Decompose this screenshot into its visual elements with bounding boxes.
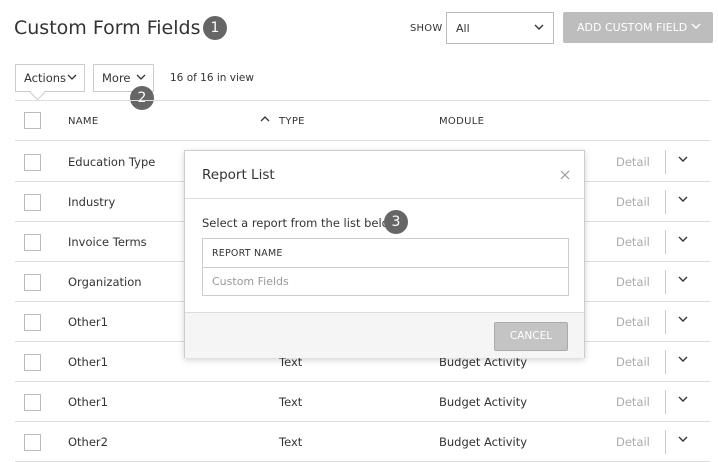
cancel-button[interactable]: CANCEL	[494, 322, 568, 351]
report-list-modal: Report List Select a report from the lis…	[184, 150, 585, 358]
column-header-type[interactable]: TYPE	[279, 116, 305, 127]
row-detail-link[interactable]: Detail	[616, 315, 650, 329]
modal-instruction: Select a report from the list below	[202, 216, 399, 230]
row-divider	[665, 350, 666, 374]
chevron-down-icon	[534, 22, 544, 35]
row-name: Organization	[68, 275, 142, 289]
row-checkbox[interactable]	[24, 154, 41, 171]
row-divider	[665, 390, 666, 414]
row-name: Other2	[68, 435, 108, 449]
row-checkbox[interactable]	[24, 234, 41, 251]
actions-button[interactable]: Actions	[15, 64, 85, 92]
chevron-down-icon[interactable]	[678, 313, 688, 327]
column-header-name[interactable]: NAME	[68, 116, 98, 127]
row-name: Other1	[68, 395, 108, 409]
row-type: Text	[279, 395, 303, 409]
row-divider	[665, 230, 666, 254]
row-detail-link[interactable]: Detail	[616, 355, 650, 369]
table-row: Other2 Text Budget Activity Detail	[15, 422, 710, 462]
row-name: Industry	[68, 195, 116, 209]
modal-title: Report List	[202, 167, 275, 183]
row-checkbox[interactable]	[24, 354, 41, 371]
chevron-down-icon[interactable]	[678, 153, 688, 167]
chevron-down-icon[interactable]	[678, 193, 688, 207]
row-name: Invoice Terms	[68, 235, 147, 249]
more-label: More	[102, 71, 131, 85]
row-divider	[665, 430, 666, 454]
show-label: SHOW	[410, 23, 443, 34]
modal-divider	[185, 198, 584, 199]
row-divider	[665, 270, 666, 294]
chevron-down-icon	[691, 21, 701, 34]
row-detail-link[interactable]: Detail	[616, 395, 650, 409]
row-checkbox[interactable]	[24, 314, 41, 331]
row-detail-link[interactable]: Detail	[616, 155, 650, 169]
actions-label: Actions	[24, 71, 67, 85]
row-detail-link[interactable]: Detail	[616, 435, 650, 449]
chevron-down-icon[interactable]	[678, 433, 688, 447]
report-name-header: REPORT NAME	[203, 239, 568, 268]
row-detail-link[interactable]: Detail	[616, 275, 650, 289]
row-name: Other1	[68, 315, 108, 329]
chevron-down-icon[interactable]	[678, 273, 688, 287]
page-title: Custom Form Fields	[14, 17, 201, 39]
row-divider	[665, 150, 666, 174]
row-checkbox[interactable]	[24, 394, 41, 411]
row-checkbox[interactable]	[24, 194, 41, 211]
row-divider	[665, 310, 666, 334]
row-detail-link[interactable]: Detail	[616, 195, 650, 209]
step-badge-3: 3	[384, 210, 408, 234]
row-checkbox[interactable]	[24, 274, 41, 291]
column-header-module[interactable]: MODULE	[439, 116, 484, 127]
in-view-count: 16 of 16 in view	[170, 72, 254, 84]
row-divider	[665, 190, 666, 214]
table-row: Other1 Text Budget Activity Detail	[15, 382, 710, 422]
row-module: Budget Activity	[439, 435, 528, 449]
chevron-down-icon[interactable]	[678, 233, 688, 247]
step-badge-1: 1	[203, 16, 227, 40]
modal-footer: CANCEL	[185, 312, 584, 358]
add-custom-field-button[interactable]: ADD CUSTOM FIELD	[563, 12, 713, 43]
report-table: REPORT NAME Custom Fields	[202, 238, 569, 296]
chevron-down-icon	[136, 71, 146, 85]
row-checkbox[interactable]	[24, 434, 41, 451]
row-detail-link[interactable]: Detail	[616, 235, 650, 249]
sort-ascending-icon[interactable]	[260, 114, 270, 127]
table-header: NAME TYPE MODULE	[15, 100, 710, 141]
row-name: Education Type	[68, 155, 156, 169]
row-module: Budget Activity	[439, 395, 528, 409]
close-icon[interactable]	[560, 165, 570, 184]
show-filter-select[interactable]: All	[446, 12, 554, 44]
row-name: Other1	[68, 355, 108, 369]
show-filter-value: All	[456, 22, 470, 35]
chevron-down-icon[interactable]	[678, 353, 688, 367]
report-row[interactable]: Custom Fields	[203, 268, 568, 288]
row-type: Text	[279, 435, 303, 449]
add-custom-field-label: ADD CUSTOM FIELD	[577, 21, 688, 34]
chevron-down-icon[interactable]	[678, 393, 688, 407]
chevron-down-icon	[67, 71, 77, 85]
select-all-checkbox[interactable]	[24, 112, 41, 129]
